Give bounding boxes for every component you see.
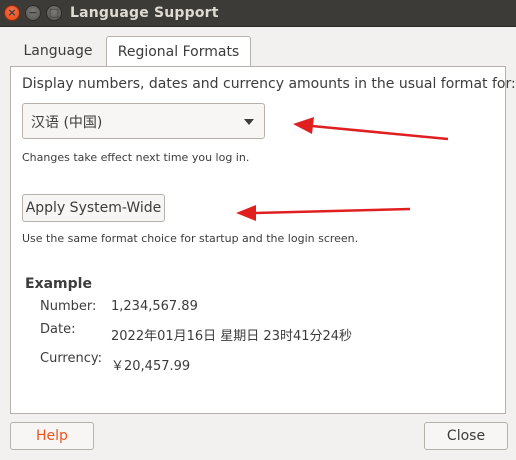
apply-system-wide-button[interactable]: Apply System-Wide [22,194,165,222]
apply-note: Use the same format choice for startup a… [22,232,359,245]
date-value: 2022年01月16日 星期日 23时41分24秒 [111,329,353,344]
window-title: Language Support [70,5,219,21]
number-value: 1,234,567.89 [111,299,198,314]
format-select[interactable]: 汉语 (中国) [22,103,265,139]
relogin-note: Changes take effect next time you log in… [22,151,250,164]
example-heading: Example [25,276,92,292]
maximize-icon: □ [48,6,60,19]
help-button[interactable]: Help [10,422,94,450]
number-label: Number: [40,299,97,314]
window-maximize-button[interactable]: □ [46,5,62,21]
tab-language[interactable]: Language [10,36,106,66]
chevron-down-icon [244,119,254,125]
currency-value: ￥20,457.99 [111,359,191,374]
window-close-button[interactable]: × [4,5,20,21]
tab-regional-formats[interactable]: Regional Formats [106,36,251,67]
close-icon: × [7,6,17,19]
window-minimize-button[interactable]: − [25,5,41,21]
close-button[interactable]: Close [424,422,508,450]
format-select-value: 汉语 (中国) [31,115,103,131]
language-support-window: × − □ Language Support Language Regional… [0,0,516,460]
currency-label: Currency: [40,351,103,366]
format-prompt: Display numbers, dates and currency amou… [22,76,516,92]
minimize-icon: − [28,6,38,19]
date-label: Date: [40,322,76,337]
title-bar[interactable]: × − □ Language Support [0,0,516,27]
regional-formats-panel: Display numbers, dates and currency amou… [10,66,516,414]
